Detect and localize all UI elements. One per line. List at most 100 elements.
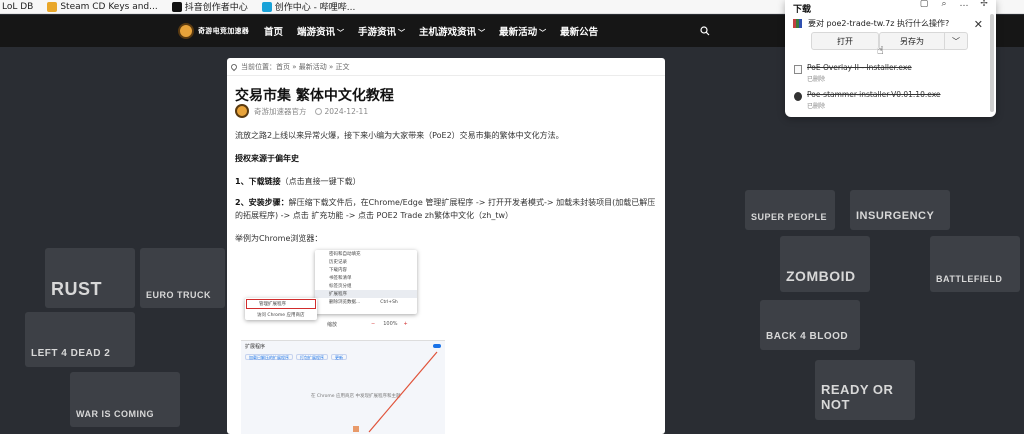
crown-icon (47, 1, 58, 12)
game-tile: WAR IS COMING (70, 372, 180, 427)
breadcrumb-text[interactable]: 当前位置：首页 » 最新活动 » 正文 (241, 62, 349, 72)
arrow-annotation (353, 351, 438, 433)
file-status: 已删除 (807, 103, 826, 110)
step2-text: 解压缩下载文件后，在Chrome/Edge 管理扩展程序 -> 打开开发者模式-… (235, 198, 656, 220)
file-name: PoE Overlay II - Installer.exe (807, 63, 912, 72)
location-pin-icon (229, 62, 239, 71)
game-title: BACK 4 BLOOD (766, 331, 849, 342)
nav-mobile-news[interactable]: 手游资讯 ﹀ (358, 24, 405, 38)
chevron-down-icon: ﹀ (398, 29, 406, 37)
game-tile: LEFT 4 DEAD 2 (25, 312, 135, 367)
game-title: INSURGENCY (856, 210, 935, 222)
author-avatar (235, 104, 249, 118)
logo-icon (178, 23, 194, 39)
download-item[interactable]: PoE Overlay II - Installer.exe 已删除 (791, 61, 989, 85)
step2-label: 2、安装步骤： (235, 198, 289, 207)
open-button[interactable]: 打开 (811, 32, 879, 50)
save-options-dropdown[interactable]: ﹀ (944, 32, 968, 50)
nav-console-news[interactable]: 主机游戏资讯 ﹀ (419, 24, 485, 38)
nav-label: 首页 (264, 27, 284, 38)
nav-label: 最新活动 (499, 27, 538, 38)
game-tile: INSURGENCY (850, 190, 950, 230)
close-icon[interactable]: ✕ (974, 18, 983, 31)
downloads-title: 下载 (793, 5, 812, 15)
step2-paragraph: 2、安装步骤：解压缩下载文件后，在Chrome/Edge 管理扩展程序 -> 打… (235, 196, 659, 222)
main-nav: 首页 端游资讯 ﹀ 手游资讯 ﹀ 主机游戏资讯 ﹀ 最新活动 ﹀ 最新公告 (264, 24, 612, 38)
archive-file-icon (793, 19, 802, 28)
game-title: READY OR NOT (821, 382, 894, 412)
step1-paragraph: 1、下载链接（点击直接一键下载） (235, 175, 659, 188)
save-as-label: 另存为 (900, 36, 924, 46)
game-tile: RUST (45, 248, 135, 308)
mouse-cursor-icon: ☝ (877, 44, 884, 57)
tiktok-icon (171, 1, 182, 12)
nav-events[interactable]: 最新活动 ﹀ (499, 24, 546, 38)
pending-download: 要对 poe2-trade-tw.7z 执行什么操作? ✕ 打开 另存为 ﹀ (791, 15, 989, 59)
author-name[interactable]: 奇游加速器官方 (254, 106, 307, 117)
downloads-panel: 下载 ▢ ⌕ … ✢ 要对 poe2-trade-tw.7z 执行什么操作? ✕… (785, 0, 996, 117)
game-tile: SUPER PEOPLE (745, 190, 835, 230)
game-title: SUPER PEOPLE (751, 212, 828, 222)
game-title: WAR IS COMING (76, 409, 154, 419)
open-label: 打开 (837, 36, 853, 46)
search-icon[interactable]: ⌕ (938, 0, 950, 10)
source-text: 授权来源于偏年史 (235, 154, 299, 163)
nav-label: 手游资讯 (358, 27, 397, 38)
game-title: EURO TRUCK (146, 290, 211, 300)
file-icon (794, 92, 802, 101)
bookmark-label: Steam CD Keys and... (60, 1, 158, 12)
bookmark-label: 创作中心 - 哔哩哔... (274, 3, 356, 13)
game-title: LEFT 4 DEAD 2 (31, 348, 111, 359)
game-title: RUST (51, 279, 102, 299)
clock-icon (314, 107, 322, 115)
nav-pc-news[interactable]: 端游资讯 ﹀ (297, 24, 344, 38)
more-icon[interactable]: … (958, 0, 970, 10)
intro-paragraph: 流放之路2上线以来异常火爆，接下来小编为大家带来（PoE2）交易市集的繁体中文化… (235, 131, 564, 140)
example-paragraph: 举例为Chrome浏览器： (235, 234, 323, 243)
article-meta: 奇游加速器官方 2024-12-11 (235, 104, 368, 118)
game-title: ZOMBOID (786, 268, 856, 284)
chevron-down-icon: ﹀ (478, 29, 486, 37)
nav-label: 最新公告 (560, 27, 599, 38)
search-icon[interactable] (700, 26, 710, 36)
nav-announcements[interactable]: 最新公告 (560, 24, 598, 38)
chevron-down-icon: ﹀ (952, 36, 960, 46)
game-tile: ZOMBOID (780, 236, 870, 292)
step1-text: （点击直接一键下载） (280, 177, 361, 186)
file-status: 已删除 (807, 76, 826, 83)
folder-icon[interactable]: ▢ (918, 0, 930, 10)
chrome-extensions-screenshot: 密码和自动填充 历史记录 下载内容 书签和清单 标签页分组 扩展程序 删除浏览数… (237, 248, 447, 434)
chevron-down-icon: ﹀ (337, 29, 345, 37)
game-tile: EURO TRUCK (140, 248, 225, 308)
download-link[interactable]: 1、下载链接 (235, 177, 281, 186)
source-paragraph: 授权来源于偏年史 (235, 152, 659, 165)
nav-home[interactable]: 首页 (264, 24, 283, 38)
article-card: 当前位置：首页 » 最新活动 » 正文 交易市集 繁体中文化教程 奇游加速器官方… (227, 58, 665, 434)
download-prompt: 要对 poe2-trade-tw.7z 执行什么操作? (808, 19, 950, 28)
save-as-button[interactable]: 另存为 (879, 32, 945, 50)
file-name: Poe-stammer-installer-V0.01.10.exe (807, 90, 941, 99)
logo-text: 奇游电竞加速器 (198, 27, 250, 35)
game-tile: READY OR NOT (815, 360, 915, 420)
file-icon (794, 65, 802, 74)
downloads-toolbar: ▢ ⌕ … ✢ (910, 0, 990, 10)
pin-icon[interactable]: ✢ (978, 0, 990, 10)
bookmark-label: LoL DB (2, 1, 34, 12)
game-tile: BATTLEFIELD (930, 236, 1020, 292)
bookmark-bilibili[interactable]: 创作中心 - 哔哩哔... (261, 0, 356, 13)
bookmark-lol-db[interactable]: LoL DB (2, 2, 33, 12)
bilibili-icon (261, 1, 272, 12)
bookmark-douyin[interactable]: 抖音创作者中心 (171, 0, 248, 13)
game-title: BATTLEFIELD (936, 274, 1003, 284)
nav-label: 主机游戏资讯 (419, 27, 477, 38)
bookmark-steam-cd-keys[interactable]: Steam CD Keys and... (47, 1, 158, 12)
downloads-scrollbar[interactable] (990, 14, 994, 112)
site-logo[interactable]: 奇游电竞加速器 (178, 23, 249, 39)
bookmark-label: 抖音创作者中心 (184, 3, 248, 13)
article-title: 交易市集 繁体中文化教程 (235, 88, 394, 104)
game-tile: BACK 4 BLOOD (760, 300, 860, 350)
chevron-down-icon: ﹀ (539, 29, 547, 37)
breadcrumb: 当前位置：首页 » 最新活动 » 正文 (227, 58, 665, 76)
download-item[interactable]: Poe-stammer-installer-V0.01.10.exe 已删除 (791, 88, 989, 112)
publish-date: 2024-12-11 (324, 106, 369, 116)
